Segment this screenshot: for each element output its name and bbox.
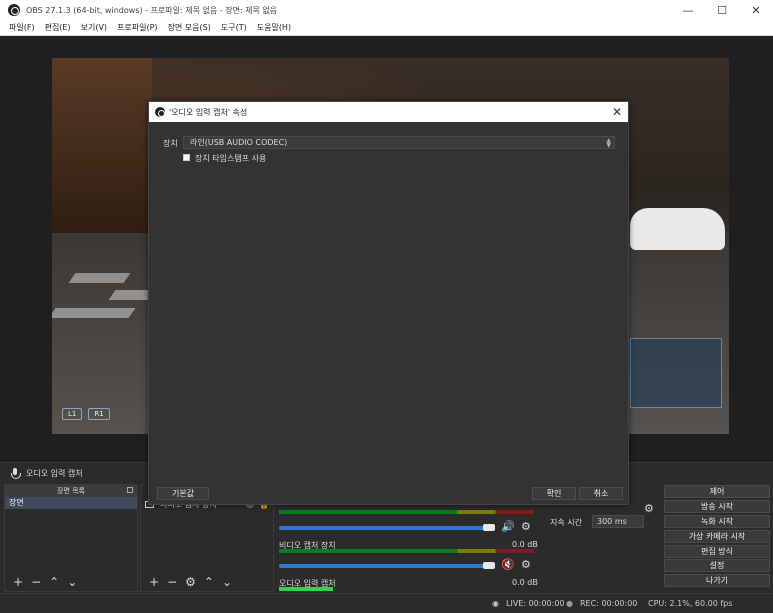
chevron-updown-icon: ▲ ▼ (606, 137, 611, 149)
transition-gear-icon[interactable]: ⚙ (644, 502, 654, 515)
ok-button[interactable]: 확인 (532, 487, 576, 500)
scene-list-item[interactable]: 장면 (5, 497, 137, 509)
scene-hud: L1 R1 (62, 408, 110, 420)
microphone-icon (10, 467, 21, 480)
source-toolbar-name: 오디오 입력 캡처 (26, 469, 83, 478)
mixer-gear-icon[interactable]: ⚙ (521, 558, 531, 571)
remove-source-icon[interactable]: − (167, 575, 177, 589)
hud-l1: L1 (62, 408, 83, 420)
add-source-icon[interactable]: + (149, 575, 159, 589)
window-title: OBS 27.1.3 (64-bit, windows) - 프로파일: 제목 … (26, 5, 278, 15)
scenes-dock: 장면 목록 장면 + − ⌃ ⌄ (4, 484, 138, 592)
move-up-icon[interactable]: ⌃ (49, 575, 59, 589)
move-down-icon[interactable]: ⌄ (222, 575, 232, 589)
cpu-status: CPU: 2.1%, 60.00 fps (648, 599, 733, 608)
dialog-titlebar: '오디오 입력 캡처' 속성 ✕ (149, 102, 628, 122)
move-down-icon[interactable]: ⌄ (67, 575, 77, 589)
minimize-button[interactable]: — (671, 0, 705, 20)
dialog-title: '오디오 입력 캡처' 속성 (169, 107, 248, 117)
studio-mode-button[interactable]: 편집 방식 (664, 545, 770, 558)
controls-dock-title: 제어 (664, 485, 770, 498)
maximize-button[interactable]: ☐ (705, 0, 739, 20)
volume-slider[interactable] (279, 526, 493, 530)
sources-dock-toolbar: + − ⚙ ⌃ ⌄ (141, 575, 232, 589)
use-device-timestamp-label: 장치 타임스탬프 사용 (195, 154, 267, 163)
menu-file[interactable]: 파일(F) (9, 22, 35, 33)
scenes-dock-toolbar: + − ⌃ ⌄ (5, 575, 77, 589)
cancel-button[interactable]: 취소 (579, 487, 623, 500)
menu-tools[interactable]: 도구(T) (221, 22, 247, 33)
obs-logo-icon (155, 107, 165, 117)
use-device-timestamp-checkbox[interactable] (183, 154, 190, 161)
dialog-close-icon[interactable]: ✕ (612, 105, 622, 119)
close-window-button[interactable]: ✕ (739, 0, 773, 20)
rec-status-icon: ● (566, 599, 573, 608)
scene-building (52, 58, 152, 258)
mixer-channel-db: 0.0 dB (512, 540, 538, 549)
add-scene-icon[interactable]: + (13, 575, 23, 589)
device-select-value: 라인(USB AUDIO CODEC) (190, 138, 288, 147)
transition-duration-label: 지속 시간 (550, 518, 582, 527)
move-up-icon[interactable]: ⌃ (204, 575, 214, 589)
scenes-dock-header: 장면 목록 (5, 485, 137, 497)
hud-r1: R1 (88, 408, 110, 420)
device-label: 장치 (163, 139, 178, 148)
audio-meter (279, 549, 534, 553)
mixer-gear-icon[interactable]: ⚙ (521, 520, 531, 533)
scene-minimap (630, 338, 722, 408)
menu-profile[interactable]: 프로파일(P) (117, 22, 158, 33)
menu-help[interactable]: 도움말(H) (257, 22, 291, 33)
undock-icon[interactable] (127, 487, 133, 493)
muted-speaker-icon[interactable]: 🔇 (501, 558, 515, 571)
scene-crosswalk (52, 308, 136, 318)
status-bar: ◉ LIVE: 00:00:00 ● REC: 00:00:00 CPU: 2.… (0, 593, 773, 613)
live-status: LIVE: 00:00:00 (506, 599, 565, 608)
source-properties-gear-icon[interactable]: ⚙ (185, 575, 196, 589)
volume-slider-handle[interactable] (483, 562, 495, 569)
exit-button[interactable]: 나가기 (664, 574, 770, 587)
start-recording-button[interactable]: 녹화 시작 (664, 515, 770, 528)
scene-car (630, 208, 725, 250)
properties-dialog: '오디오 입력 캡처' 속성 ✕ 장치 라인(USB AUDIO CODEC) … (148, 101, 629, 505)
device-select[interactable]: 라인(USB AUDIO CODEC) ▲ ▼ (183, 136, 615, 149)
transition-duration-input[interactable]: 300 ms (592, 515, 644, 528)
menu-scene-collection[interactable]: 장면 모음(S) (168, 22, 211, 33)
mixer-channel-db: 0.0 dB (512, 578, 538, 587)
start-streaming-button[interactable]: 방송 시작 (664, 500, 770, 513)
remove-scene-icon[interactable]: − (31, 575, 41, 589)
settings-button[interactable]: 설정 (664, 559, 770, 572)
rec-status: REC: 00:00:00 (580, 599, 638, 608)
audio-meter (279, 510, 534, 514)
volume-slider-handle[interactable] (483, 524, 495, 531)
window-titlebar: OBS 27.1.3 (64-bit, windows) - 프로파일: 제목 … (0, 0, 773, 20)
defaults-button[interactable]: 기본값 (157, 487, 209, 500)
obs-logo-icon (8, 4, 20, 16)
start-virtual-camera-button[interactable]: 가상 카메라 시작 (664, 530, 770, 543)
volume-slider[interactable] (279, 564, 493, 568)
menu-bar: 파일(F) 편집(E) 보기(V) 프로파일(P) 장면 모음(S) 도구(T)… (0, 20, 773, 36)
scenes-dock-title: 장면 목록 (57, 487, 85, 495)
audio-meter-level (279, 587, 333, 591)
live-status-icon: ◉ (492, 599, 499, 608)
audio-mixer: 🔊 ⚙ 비디오 캡처 장치 0.0 dB 🔇 ⚙ 오디오 입력 캡처 0.0 d… (276, 500, 544, 592)
scene-crosswalk (68, 273, 131, 283)
menu-view[interactable]: 보기(V) (81, 22, 107, 33)
speaker-icon[interactable]: 🔊 (501, 520, 515, 533)
menu-edit[interactable]: 편집(E) (45, 22, 71, 33)
